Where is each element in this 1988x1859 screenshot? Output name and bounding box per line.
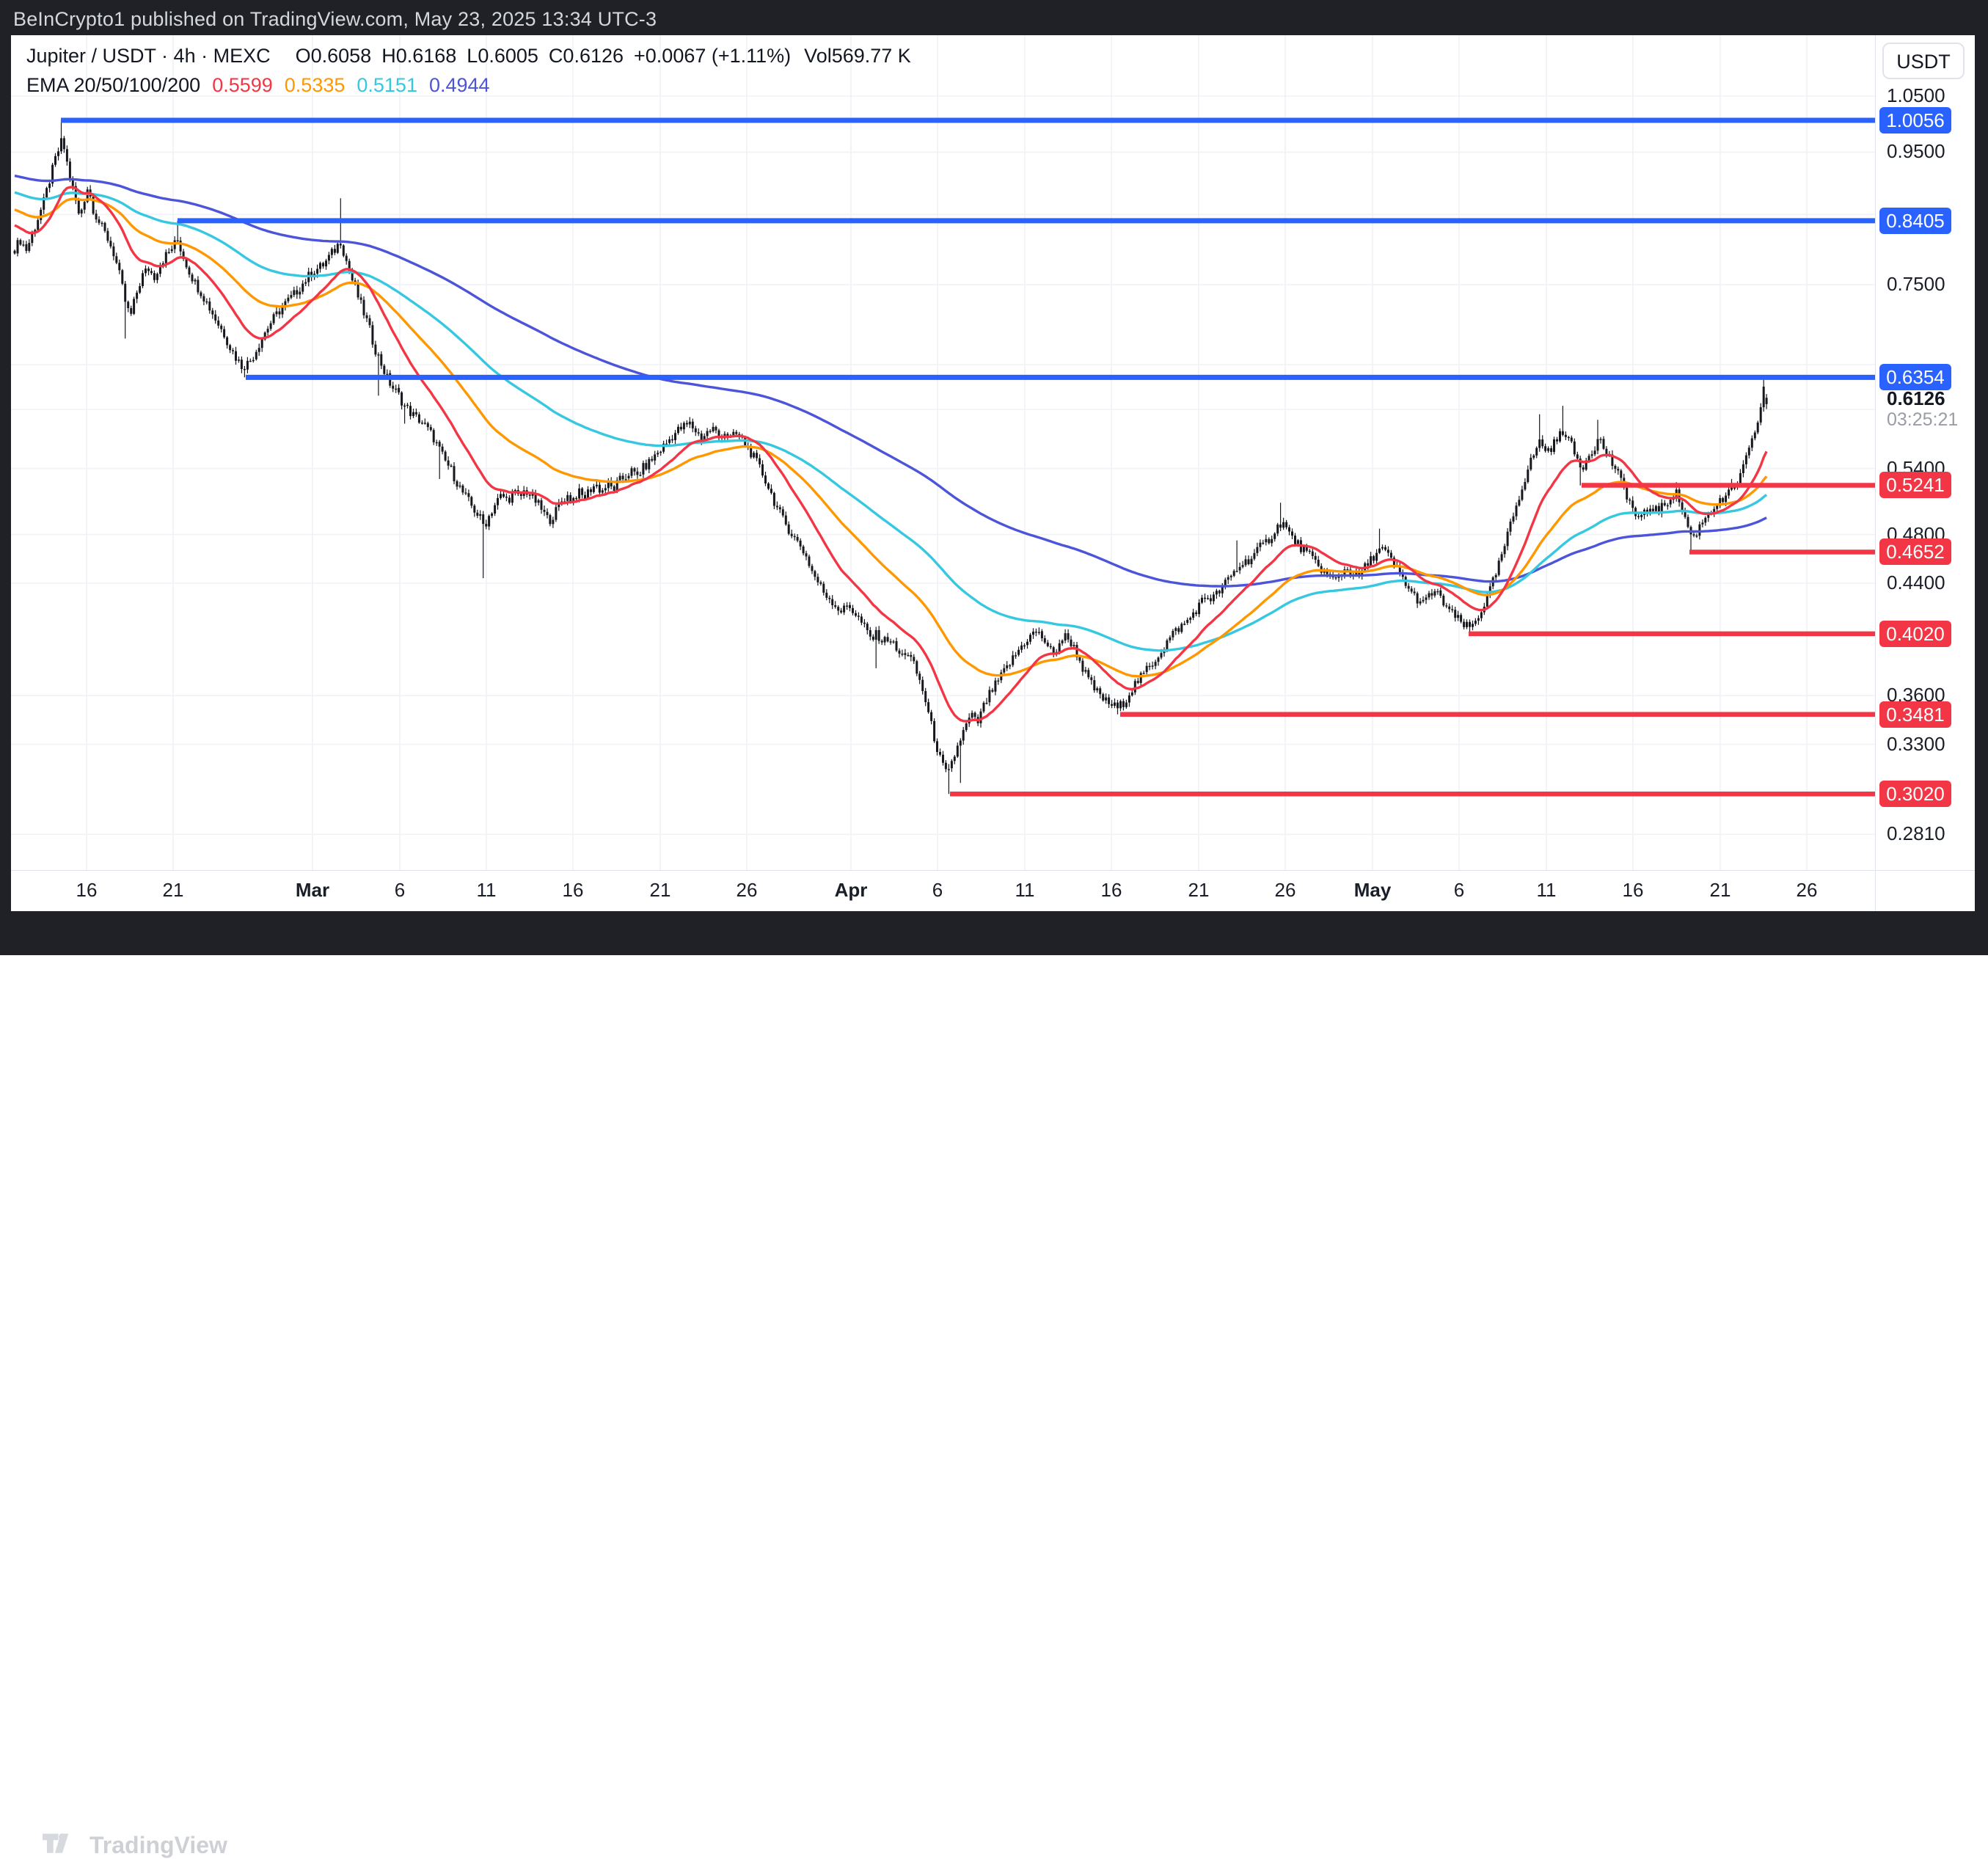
time-tick-label: 21 <box>1188 879 1210 902</box>
open-value: 0.6058 <box>311 45 372 67</box>
time-tick-label: 11 <box>477 879 497 902</box>
close-value: 0.6126 <box>563 45 624 67</box>
symbol-title[interactable]: Jupiter / USDT · 4h · MEXC <box>26 45 271 67</box>
ema20-value: 0.5599 <box>212 74 273 96</box>
high-value: 0.6168 <box>396 45 457 67</box>
time-tick-label: May <box>1354 879 1392 902</box>
time-axis-border <box>11 870 1975 871</box>
chart-background <box>11 35 1975 911</box>
price-level-badge: 0.4652 <box>1879 538 1951 565</box>
time-tick-label: 6 <box>1454 879 1464 902</box>
volume-value: Vol569.77 K <box>804 45 911 67</box>
ema200-value: 0.4944 <box>429 74 490 96</box>
close-label: C <box>549 45 563 67</box>
tradingview-snapshot: BeInCrypto1 published on TradingView.com… <box>0 0 1988 955</box>
price-tick-label: 0.7500 <box>1887 273 1975 296</box>
price-tick-label: 0.2810 <box>1887 822 1975 846</box>
time-tick-label: Mar <box>296 879 329 902</box>
price-level-badge: 1.0056 <box>1879 107 1951 134</box>
time-tick-label: Apr <box>835 879 868 902</box>
ema100-value: 0.5151 <box>357 74 417 96</box>
high-label: H <box>381 45 396 67</box>
price-level-badge: 0.3020 <box>1879 781 1951 807</box>
chart-legend: Jupiter / USDT · 4h · MEXC O0.6058 H0.6168… <box>26 44 911 98</box>
time-tick-label: 16 <box>76 879 98 902</box>
time-tick-label: 26 <box>737 879 758 902</box>
open-label: O <box>296 45 311 67</box>
price-tick-label: 0.4400 <box>1887 571 1975 595</box>
price-tick-label: 1.0500 <box>1887 84 1975 108</box>
ema50-value: 0.5335 <box>285 74 346 96</box>
time-tick-label: 26 <box>1797 879 1818 902</box>
time-tick-label: 11 <box>1537 879 1557 902</box>
time-tick-label: 11 <box>1015 879 1035 902</box>
bar-countdown: 03:25:21 <box>1887 409 1958 431</box>
tradingview-wordmark: TradingView <box>89 1832 227 1859</box>
time-tick-label: 26 <box>1275 879 1296 902</box>
price-tick-label: 0.3300 <box>1887 733 1975 756</box>
price-level-badge: 0.5241 <box>1879 472 1951 498</box>
price-chart-canvas[interactable] <box>11 35 1975 911</box>
price-level-badge: 0.8405 <box>1879 208 1951 234</box>
time-tick-label: 21 <box>163 879 184 902</box>
last-price-label: 0.6126 <box>1887 387 1945 410</box>
attribution-bar: BeInCrypto1 published on TradingView.com… <box>0 0 1988 35</box>
time-tick-label: 16 <box>563 879 584 902</box>
low-value: 0.6005 <box>478 45 538 67</box>
attribution-text: BeInCrypto1 published on TradingView.com… <box>13 8 657 31</box>
price-tick-label: 0.9500 <box>1887 140 1975 164</box>
time-tick-label: 6 <box>932 879 943 902</box>
low-label: L <box>467 45 478 67</box>
currency-toggle-button[interactable]: USDT <box>1882 43 1965 79</box>
footer-bar: TradingView <box>0 911 1988 955</box>
price-level-badge: 0.4020 <box>1879 621 1951 647</box>
tradingview-logo-icon[interactable] <box>43 1832 76 1855</box>
change-value: +0.0067 (+1.11%) <box>634 45 791 67</box>
price-level-badge: 0.3481 <box>1879 701 1951 728</box>
symbol-info-row: Jupiter / USDT · 4h · MEXC O0.6058 H0.6168… <box>26 44 911 68</box>
price-axis-border <box>1875 35 1876 911</box>
time-tick-label: 21 <box>650 879 671 902</box>
ema-legend-row: EMA 20/50/100/200 0.5599 0.5335 0.5151 0.494… <box>26 73 911 98</box>
price-level-badge: 0.6354 <box>1879 364 1951 390</box>
time-tick-label: 16 <box>1101 879 1122 902</box>
time-tick-label: 6 <box>395 879 405 902</box>
time-tick-label: 16 <box>1623 879 1644 902</box>
ema-label[interactable]: EMA 20/50/100/200 <box>26 74 200 96</box>
time-tick-label: 21 <box>1710 879 1731 902</box>
